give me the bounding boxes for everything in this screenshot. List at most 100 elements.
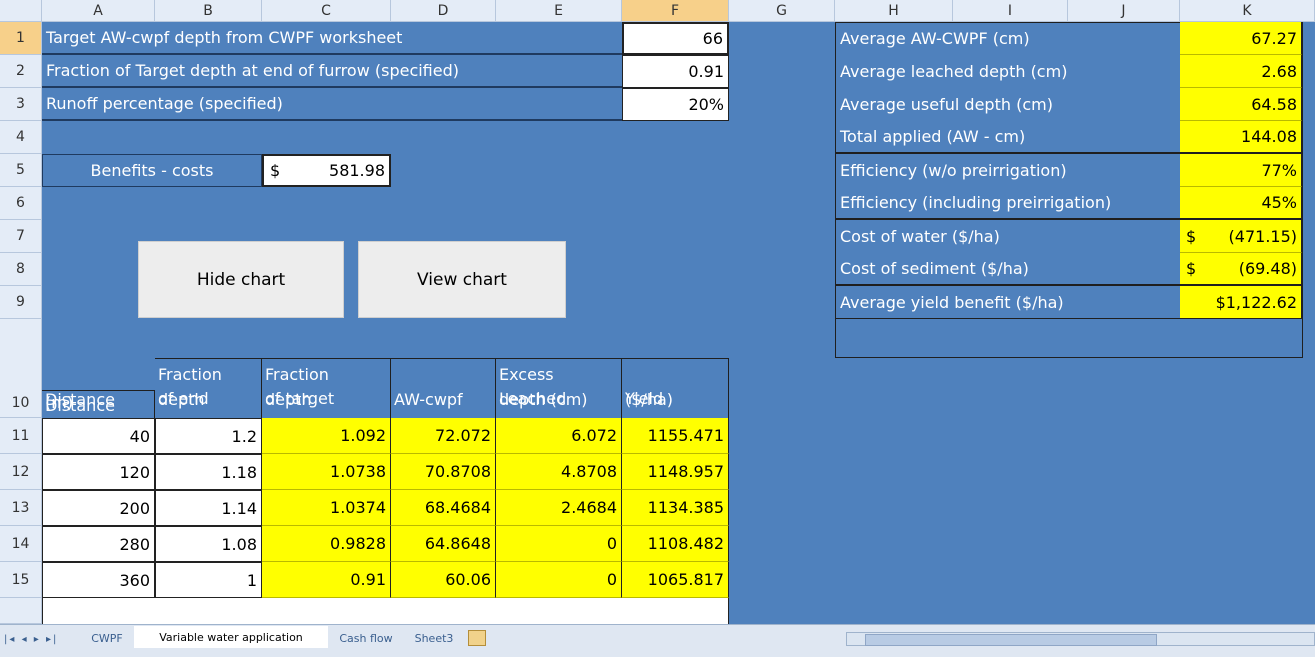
table-row-3-target-fraction[interactable]: 1.0374 — [262, 490, 391, 526]
summary-value-cost-sediment[interactable]: $ (69.48) — [1180, 253, 1302, 286]
col-header-f[interactable]: F — [622, 0, 729, 22]
horizontal-scrollbar[interactable] — [846, 632, 1315, 646]
row-header-6[interactable]: 6 — [0, 187, 42, 220]
hdr-yield-unit-text: ($/ha) — [625, 390, 673, 409]
table-row-2-end-fraction[interactable]: 1.18 — [155, 454, 262, 490]
table-row-2-yield[interactable]: 1148.957 — [622, 454, 729, 490]
cost-water-currency: $ — [1186, 226, 1197, 246]
select-all-corner[interactable] — [0, 0, 42, 22]
row-header-3[interactable]: 3 — [0, 88, 42, 121]
table-row-4-yield[interactable]: 1108.482 — [622, 526, 729, 562]
summary-value-avg-useful[interactable]: 64.58 — [1180, 88, 1302, 121]
summary-label-avg-aw[interactable]: Average AW-CWPF (cm) — [836, 22, 1180, 55]
col-header-c[interactable]: C — [262, 0, 391, 22]
table-row-5-distance[interactable]: 360 — [42, 562, 155, 598]
table-row-1-excess[interactable]: 6.072 — [496, 418, 622, 454]
hdr-target-depth-text: depth — [265, 390, 312, 409]
summary-value-cost-water[interactable]: $ (471.15) — [1180, 220, 1302, 253]
benefits-currency: $ — [270, 161, 281, 180]
summary-value-yield-benefit[interactable]: $1,122.62 — [1180, 286, 1302, 319]
row-header-7[interactable]: 7 — [0, 220, 42, 253]
table-row-1-distance[interactable]: 40 — [42, 418, 155, 454]
table-row-5-yield[interactable]: 1065.817 — [622, 562, 729, 598]
param-label-runoff[interactable]: Runoff percentage (specified) — [42, 88, 622, 121]
sheet-tab-cash-flow[interactable]: Cash flow — [330, 628, 402, 648]
summary-label-eff-incl[interactable]: Efficiency (including preirrigation) — [836, 187, 1180, 220]
row-header-14[interactable]: 14 — [0, 526, 42, 562]
row-header-10[interactable]: 10 — [0, 319, 42, 418]
row-header-1[interactable]: 1 — [0, 22, 42, 55]
col-header-i[interactable]: I — [953, 0, 1068, 22]
col-header-e[interactable]: E — [496, 0, 622, 22]
sheet-tab-variable-water-application[interactable]: Variable water application — [134, 626, 328, 648]
summary-value-avg-leached[interactable]: 2.68 — [1180, 55, 1302, 88]
table-row-3-distance[interactable]: 200 — [42, 490, 155, 526]
col-header-a[interactable]: A — [42, 0, 155, 22]
row-header-15[interactable]: 15 — [0, 562, 42, 598]
table-row-2-distance[interactable]: 120 — [42, 454, 155, 490]
param-value-target-depth[interactable]: 66 — [622, 22, 729, 55]
col-header-h[interactable]: H — [835, 0, 953, 22]
tab-nav-arrows[interactable]: |◂ ◂ ▸ ▸| — [4, 634, 82, 650]
param-value-runoff[interactable]: 20% — [622, 88, 729, 121]
table-row-5-end-fraction[interactable]: 1 — [155, 562, 262, 598]
view-chart-button[interactable]: View chart — [358, 241, 566, 318]
col-header-d[interactable]: D — [391, 0, 496, 22]
scrollbar-thumb[interactable] — [865, 634, 1157, 646]
table-row-4-distance[interactable]: 280 — [42, 526, 155, 562]
table-row-2-excess[interactable]: 4.8708 — [496, 454, 622, 490]
col-header-j[interactable]: J — [1068, 0, 1180, 22]
cost-sediment-currency: $ — [1186, 259, 1197, 278]
summary-value-eff-incl[interactable]: 45% — [1180, 187, 1302, 220]
table-row-3-end-fraction[interactable]: 1.14 — [155, 490, 262, 526]
sheet-tab-cwpf[interactable]: CWPF — [82, 628, 132, 648]
row-header-2[interactable]: 2 — [0, 55, 42, 88]
table-row-partial — [42, 598, 729, 624]
row-header-8[interactable]: 8 — [0, 253, 42, 286]
table-row-2-aw-cwpf[interactable]: 70.8708 — [391, 454, 496, 490]
summary-value-avg-aw[interactable]: 67.27 — [1180, 22, 1302, 55]
sheet-tab-sheet3[interactable]: Sheet3 — [404, 628, 464, 648]
table-row-1-end-fraction[interactable]: 1.2 — [155, 418, 262, 454]
summary-label-eff-wo[interactable]: Efficiency (w/o preirrigation) — [836, 154, 1180, 187]
row-header-11[interactable]: 11 — [0, 418, 42, 454]
param-value-end-fraction[interactable]: 0.91 — [622, 55, 729, 88]
col-header-k[interactable]: K — [1180, 0, 1315, 22]
table-row-5-excess[interactable]: 0 — [496, 562, 622, 598]
summary-label-avg-leached[interactable]: Average leached depth (cm) — [836, 55, 1180, 88]
summary-value-eff-wo[interactable]: 77% — [1180, 154, 1302, 187]
table-row-2-target-fraction[interactable]: 1.0738 — [262, 454, 391, 490]
param-label-target-depth[interactable]: Target AW-cwpf depth from CWPF worksheet — [42, 22, 622, 55]
benefits-costs-label[interactable]: Benefits - costs — [42, 154, 262, 187]
row-header-12[interactable]: 12 — [0, 454, 42, 490]
param-label-end-fraction[interactable]: Fraction of Target depth at end of furro… — [42, 55, 622, 88]
table-row-4-end-fraction[interactable]: 1.08 — [155, 526, 262, 562]
summary-value-total-applied[interactable]: 144.08 — [1180, 121, 1302, 154]
table-row-3-aw-cwpf[interactable]: 68.4684 — [391, 490, 496, 526]
table-row-4-target-fraction[interactable]: 0.9828 — [262, 526, 391, 562]
table-row-1-aw-cwpf[interactable]: 72.072 — [391, 418, 496, 454]
summary-label-cost-sediment[interactable]: Cost of sediment ($/ha) — [836, 253, 1180, 286]
row-header-9[interactable]: 9 — [0, 286, 42, 319]
row-header-4[interactable]: 4 — [0, 121, 42, 154]
table-row-4-aw-cwpf[interactable]: 64.8648 — [391, 526, 496, 562]
table-row-5-aw-cwpf[interactable]: 60.06 — [391, 562, 496, 598]
row-header-5[interactable]: 5 — [0, 154, 42, 187]
table-row-4-excess[interactable]: 0 — [496, 526, 622, 562]
summary-label-avg-useful[interactable]: Average useful depth (cm) — [836, 88, 1180, 121]
summary-label-total-applied[interactable]: Total applied (AW - cm) — [836, 121, 1180, 154]
hide-chart-button[interactable]: Hide chart — [138, 241, 344, 318]
benefits-costs-value[interactable]: $ 581.98 — [262, 154, 391, 187]
col-header-b[interactable]: B — [155, 0, 262, 22]
table-row-5-target-fraction[interactable]: 0.91 — [262, 562, 391, 598]
table-row-3-excess[interactable]: 2.4684 — [496, 490, 622, 526]
insert-sheet-icon[interactable] — [468, 630, 486, 646]
summary-label-cost-water[interactable]: Cost of water ($/ha) — [836, 220, 1180, 253]
table-row-3-yield[interactable]: 1134.385 — [622, 490, 729, 526]
table-row-1-target-fraction[interactable]: 1.092 — [262, 418, 391, 454]
header-yield-spacer — [625, 363, 728, 387]
col-header-g[interactable]: G — [729, 0, 835, 22]
table-row-1-yield[interactable]: 1155.471 — [622, 418, 729, 454]
summary-label-yield-benefit[interactable]: Average yield benefit ($/ha) — [836, 286, 1180, 319]
row-header-13[interactable]: 13 — [0, 490, 42, 526]
